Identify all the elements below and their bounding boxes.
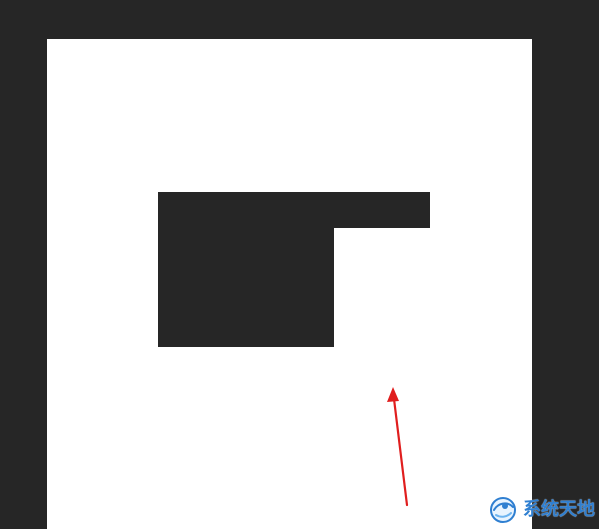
photoshop-workspace: 系统天地	[0, 0, 599, 529]
document-canvas[interactable]	[47, 39, 532, 529]
watermark-text: 系统天地	[523, 499, 595, 520]
watermark: 系统天地	[487, 494, 595, 526]
globe-swirl-logo-icon	[490, 497, 516, 523]
